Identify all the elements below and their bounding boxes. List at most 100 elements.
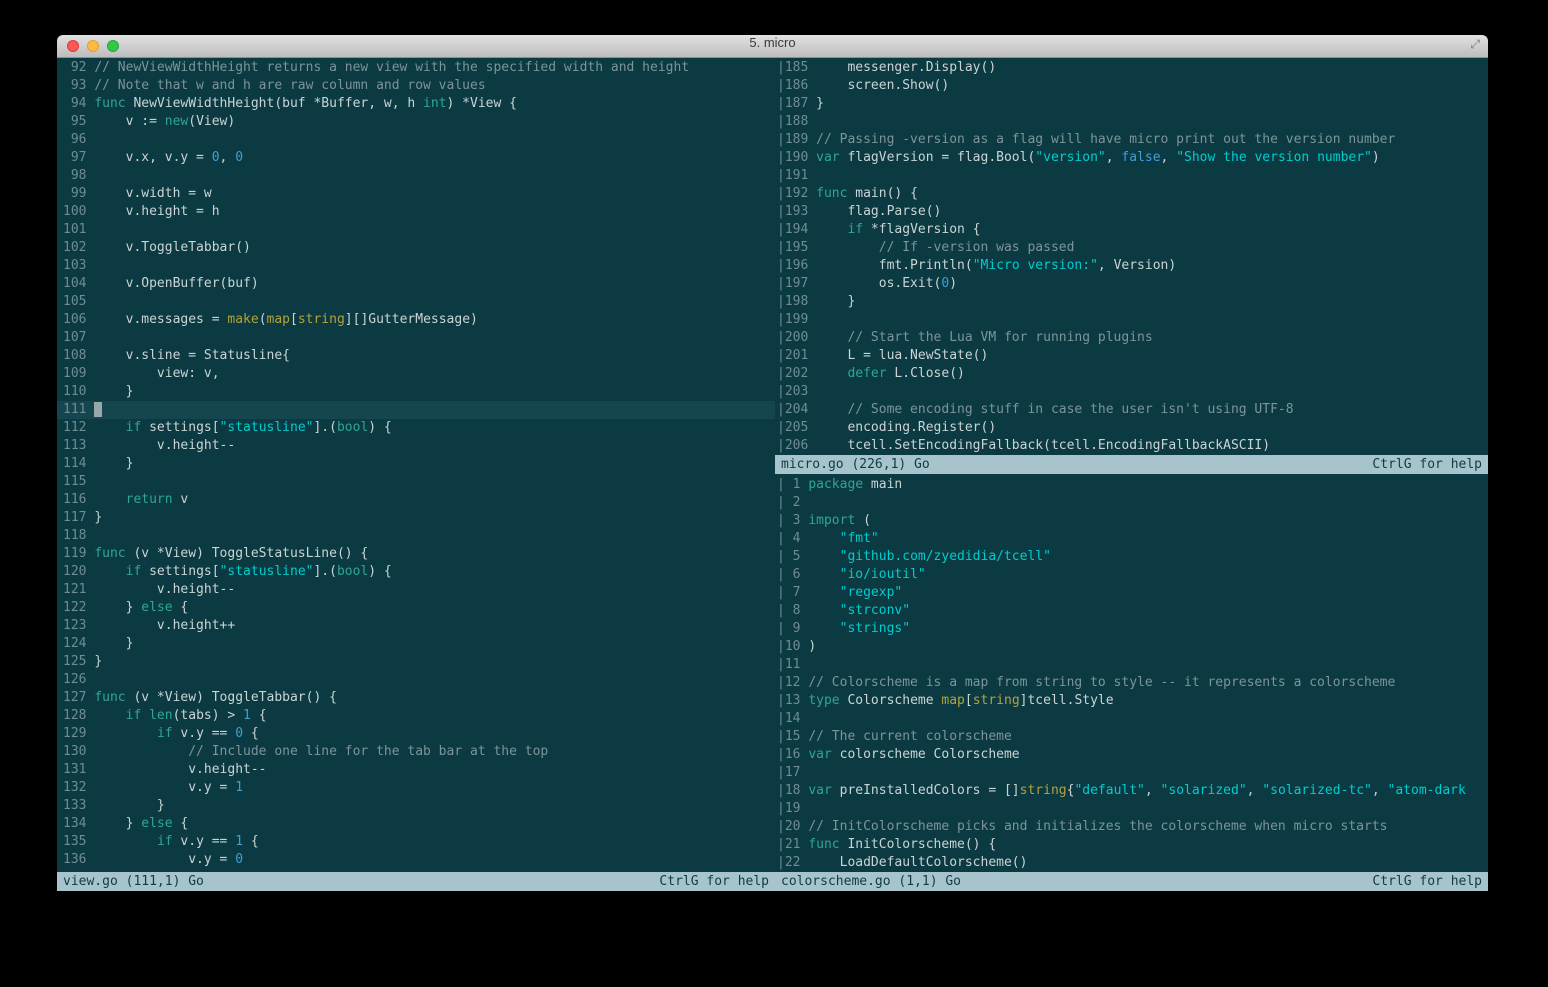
zoom-button[interactable] bbox=[107, 40, 119, 52]
code-line[interactable]: 99 v.width = w bbox=[57, 185, 775, 203]
code-line[interactable]: 113 v.height-- bbox=[57, 437, 775, 455]
code-line[interactable]: 102 v.ToggleTabbar() bbox=[57, 239, 775, 257]
code-line[interactable]: 128 if len(tabs) > 1 { bbox=[57, 707, 775, 725]
code-line[interactable]: 129 if v.y == 0 { bbox=[57, 725, 775, 743]
pane-view-go[interactable]: 92 // NewViewWidthHeight returns a new v… bbox=[57, 57, 775, 872]
code-line[interactable]: 101 bbox=[57, 221, 775, 239]
code-line[interactable]: |189 // Passing -version as a flag will … bbox=[775, 131, 1488, 149]
code-line[interactable]: | 6 "io/ioutil" bbox=[775, 566, 1488, 584]
code-line[interactable]: 92 // NewViewWidthHeight returns a new v… bbox=[57, 59, 775, 77]
code-line[interactable]: |15 // The current colorscheme bbox=[775, 728, 1488, 746]
code-line[interactable]: 118 bbox=[57, 527, 775, 545]
code-line[interactable]: | 9 "strings" bbox=[775, 620, 1488, 638]
code-line[interactable]: |11 bbox=[775, 656, 1488, 674]
code-line[interactable]: |12 // Colorscheme is a map from string … bbox=[775, 674, 1488, 692]
code-line[interactable]: 100 v.height = h bbox=[57, 203, 775, 221]
pane-micro-go[interactable]: |185 messenger.Display() |186 screen.Show… bbox=[775, 57, 1488, 455]
code-line[interactable]: |190 var flagVersion = flag.Bool("versio… bbox=[775, 149, 1488, 167]
code-line[interactable]: 119 func (v *View) ToggleStatusLine() { bbox=[57, 545, 775, 563]
close-button[interactable] bbox=[67, 40, 79, 52]
code-line[interactable]: 110 } bbox=[57, 383, 775, 401]
code-line[interactable]: 132 v.y = 1 bbox=[57, 779, 775, 797]
code-line[interactable]: | 1 package main bbox=[775, 476, 1488, 494]
code-line[interactable]: 123 v.height++ bbox=[57, 617, 775, 635]
code-line[interactable]: |21 func InitColorscheme() { bbox=[775, 836, 1488, 854]
resize-icon[interactable]: ⤢ bbox=[1470, 37, 1480, 52]
code-line[interactable]: 111 bbox=[57, 401, 775, 419]
code-line[interactable]: 127 func (v *View) ToggleTabbar() { bbox=[57, 689, 775, 707]
code-line[interactable]: |18 var preInstalledColors = []string{"d… bbox=[775, 782, 1488, 800]
code-line[interactable]: 105 bbox=[57, 293, 775, 311]
code-line[interactable]: |204 // Some encoding stuff in case the … bbox=[775, 401, 1488, 419]
code-line[interactable]: |194 if *flagVersion { bbox=[775, 221, 1488, 239]
title-bar[interactable]: 5. micro ⤢ bbox=[57, 35, 1488, 58]
code-line[interactable]: | 5 "github.com/zyedidia/tcell" bbox=[775, 548, 1488, 566]
code-line[interactable]: 136 v.y = 0 bbox=[57, 851, 775, 869]
code-line[interactable]: 96 bbox=[57, 131, 775, 149]
code-line[interactable]: 97 v.x, v.y = 0, 0 bbox=[57, 149, 775, 167]
code-line[interactable]: | 2 bbox=[775, 494, 1488, 512]
code-line[interactable]: | 3 import ( bbox=[775, 512, 1488, 530]
code-line[interactable]: | 7 "regexp" bbox=[775, 584, 1488, 602]
code-line[interactable]: 122 } else { bbox=[57, 599, 775, 617]
code-line[interactable]: |19 bbox=[775, 800, 1488, 818]
code-line[interactable]: |14 bbox=[775, 710, 1488, 728]
code-line[interactable]: 117 } bbox=[57, 509, 775, 527]
pane-divider: | bbox=[777, 60, 785, 75]
code-line[interactable]: 134 } else { bbox=[57, 815, 775, 833]
code-line[interactable]: |10 ) bbox=[775, 638, 1488, 656]
code-line[interactable]: 120 if settings["statusline"].(bool) { bbox=[57, 563, 775, 581]
code-line[interactable]: 106 v.messages = make(map[string][]Gutte… bbox=[57, 311, 775, 329]
pane-divider: | bbox=[777, 384, 785, 399]
code-line[interactable]: 121 v.height-- bbox=[57, 581, 775, 599]
code-line[interactable]: |186 screen.Show() bbox=[775, 77, 1488, 95]
code-line[interactable]: |200 // Start the Lua VM for running plu… bbox=[775, 329, 1488, 347]
code-line[interactable]: 109 view: v, bbox=[57, 365, 775, 383]
code-line[interactable]: 93 // Note that w and h are raw column a… bbox=[57, 77, 775, 95]
code-line[interactable]: 104 v.OpenBuffer(buf) bbox=[57, 275, 775, 293]
code-line[interactable]: |197 os.Exit(0) bbox=[775, 275, 1488, 293]
minimize-button[interactable] bbox=[87, 40, 99, 52]
code-line[interactable]: 131 v.height-- bbox=[57, 761, 775, 779]
code-line[interactable]: 112 if settings["statusline"].(bool) { bbox=[57, 419, 775, 437]
code-line[interactable]: 95 v := new(View) bbox=[57, 113, 775, 131]
code-line[interactable]: 126 bbox=[57, 671, 775, 689]
code-line[interactable]: |17 bbox=[775, 764, 1488, 782]
code-line[interactable]: |196 fmt.Println("Micro version:", Versi… bbox=[775, 257, 1488, 275]
code-line[interactable]: 115 bbox=[57, 473, 775, 491]
code-line[interactable]: |195 // If -version was passed bbox=[775, 239, 1488, 257]
code-line[interactable]: |188 bbox=[775, 113, 1488, 131]
code-line[interactable]: 125 } bbox=[57, 653, 775, 671]
code-line[interactable]: |20 // InitColorscheme picks and initial… bbox=[775, 818, 1488, 836]
code-line[interactable]: 130 // Include one line for the tab bar … bbox=[57, 743, 775, 761]
code-line[interactable]: |193 flag.Parse() bbox=[775, 203, 1488, 221]
code-line[interactable]: |205 encoding.Register() bbox=[775, 419, 1488, 437]
code-line[interactable]: 116 return v bbox=[57, 491, 775, 509]
pane-colorscheme-go[interactable]: | 1 package main | 2 | 3 import (| 4 "fmt… bbox=[775, 474, 1488, 872]
code-line[interactable]: |192 func main() { bbox=[775, 185, 1488, 203]
code-line[interactable]: 108 v.sline = Statusline{ bbox=[57, 347, 775, 365]
code-line[interactable]: 124 } bbox=[57, 635, 775, 653]
code-line[interactable]: |187 } bbox=[775, 95, 1488, 113]
code-line[interactable]: |22 LoadDefaultColorscheme() bbox=[775, 854, 1488, 872]
code-line[interactable]: |198 } bbox=[775, 293, 1488, 311]
code-line[interactable]: |202 defer L.Close() bbox=[775, 365, 1488, 383]
code-line[interactable]: |206 tcell.SetEncodingFallback(tcell.Enc… bbox=[775, 437, 1488, 455]
code-line[interactable]: 103 bbox=[57, 257, 775, 275]
code-line[interactable]: 133 } bbox=[57, 797, 775, 815]
code-line[interactable]: | 4 "fmt" bbox=[775, 530, 1488, 548]
code-line[interactable]: | 8 "strconv" bbox=[775, 602, 1488, 620]
code-line[interactable]: |201 L = lua.NewState() bbox=[775, 347, 1488, 365]
code-line[interactable]: 135 if v.y == 1 { bbox=[57, 833, 775, 851]
code-line[interactable]: |199 bbox=[775, 311, 1488, 329]
code-line[interactable]: |191 bbox=[775, 167, 1488, 185]
code-line[interactable]: 94 func NewViewWidthHeight(buf *Buffer, … bbox=[57, 95, 775, 113]
code-line[interactable]: |13 type Colorscheme map[string]tcell.St… bbox=[775, 692, 1488, 710]
code-line[interactable]: 114 } bbox=[57, 455, 775, 473]
pane-divider: | bbox=[777, 711, 785, 726]
code-line[interactable]: |203 bbox=[775, 383, 1488, 401]
code-line[interactable]: 98 bbox=[57, 167, 775, 185]
code-line[interactable]: |185 messenger.Display() bbox=[775, 59, 1488, 77]
code-line[interactable]: 107 bbox=[57, 329, 775, 347]
code-line[interactable]: |16 var colorscheme Colorscheme bbox=[775, 746, 1488, 764]
